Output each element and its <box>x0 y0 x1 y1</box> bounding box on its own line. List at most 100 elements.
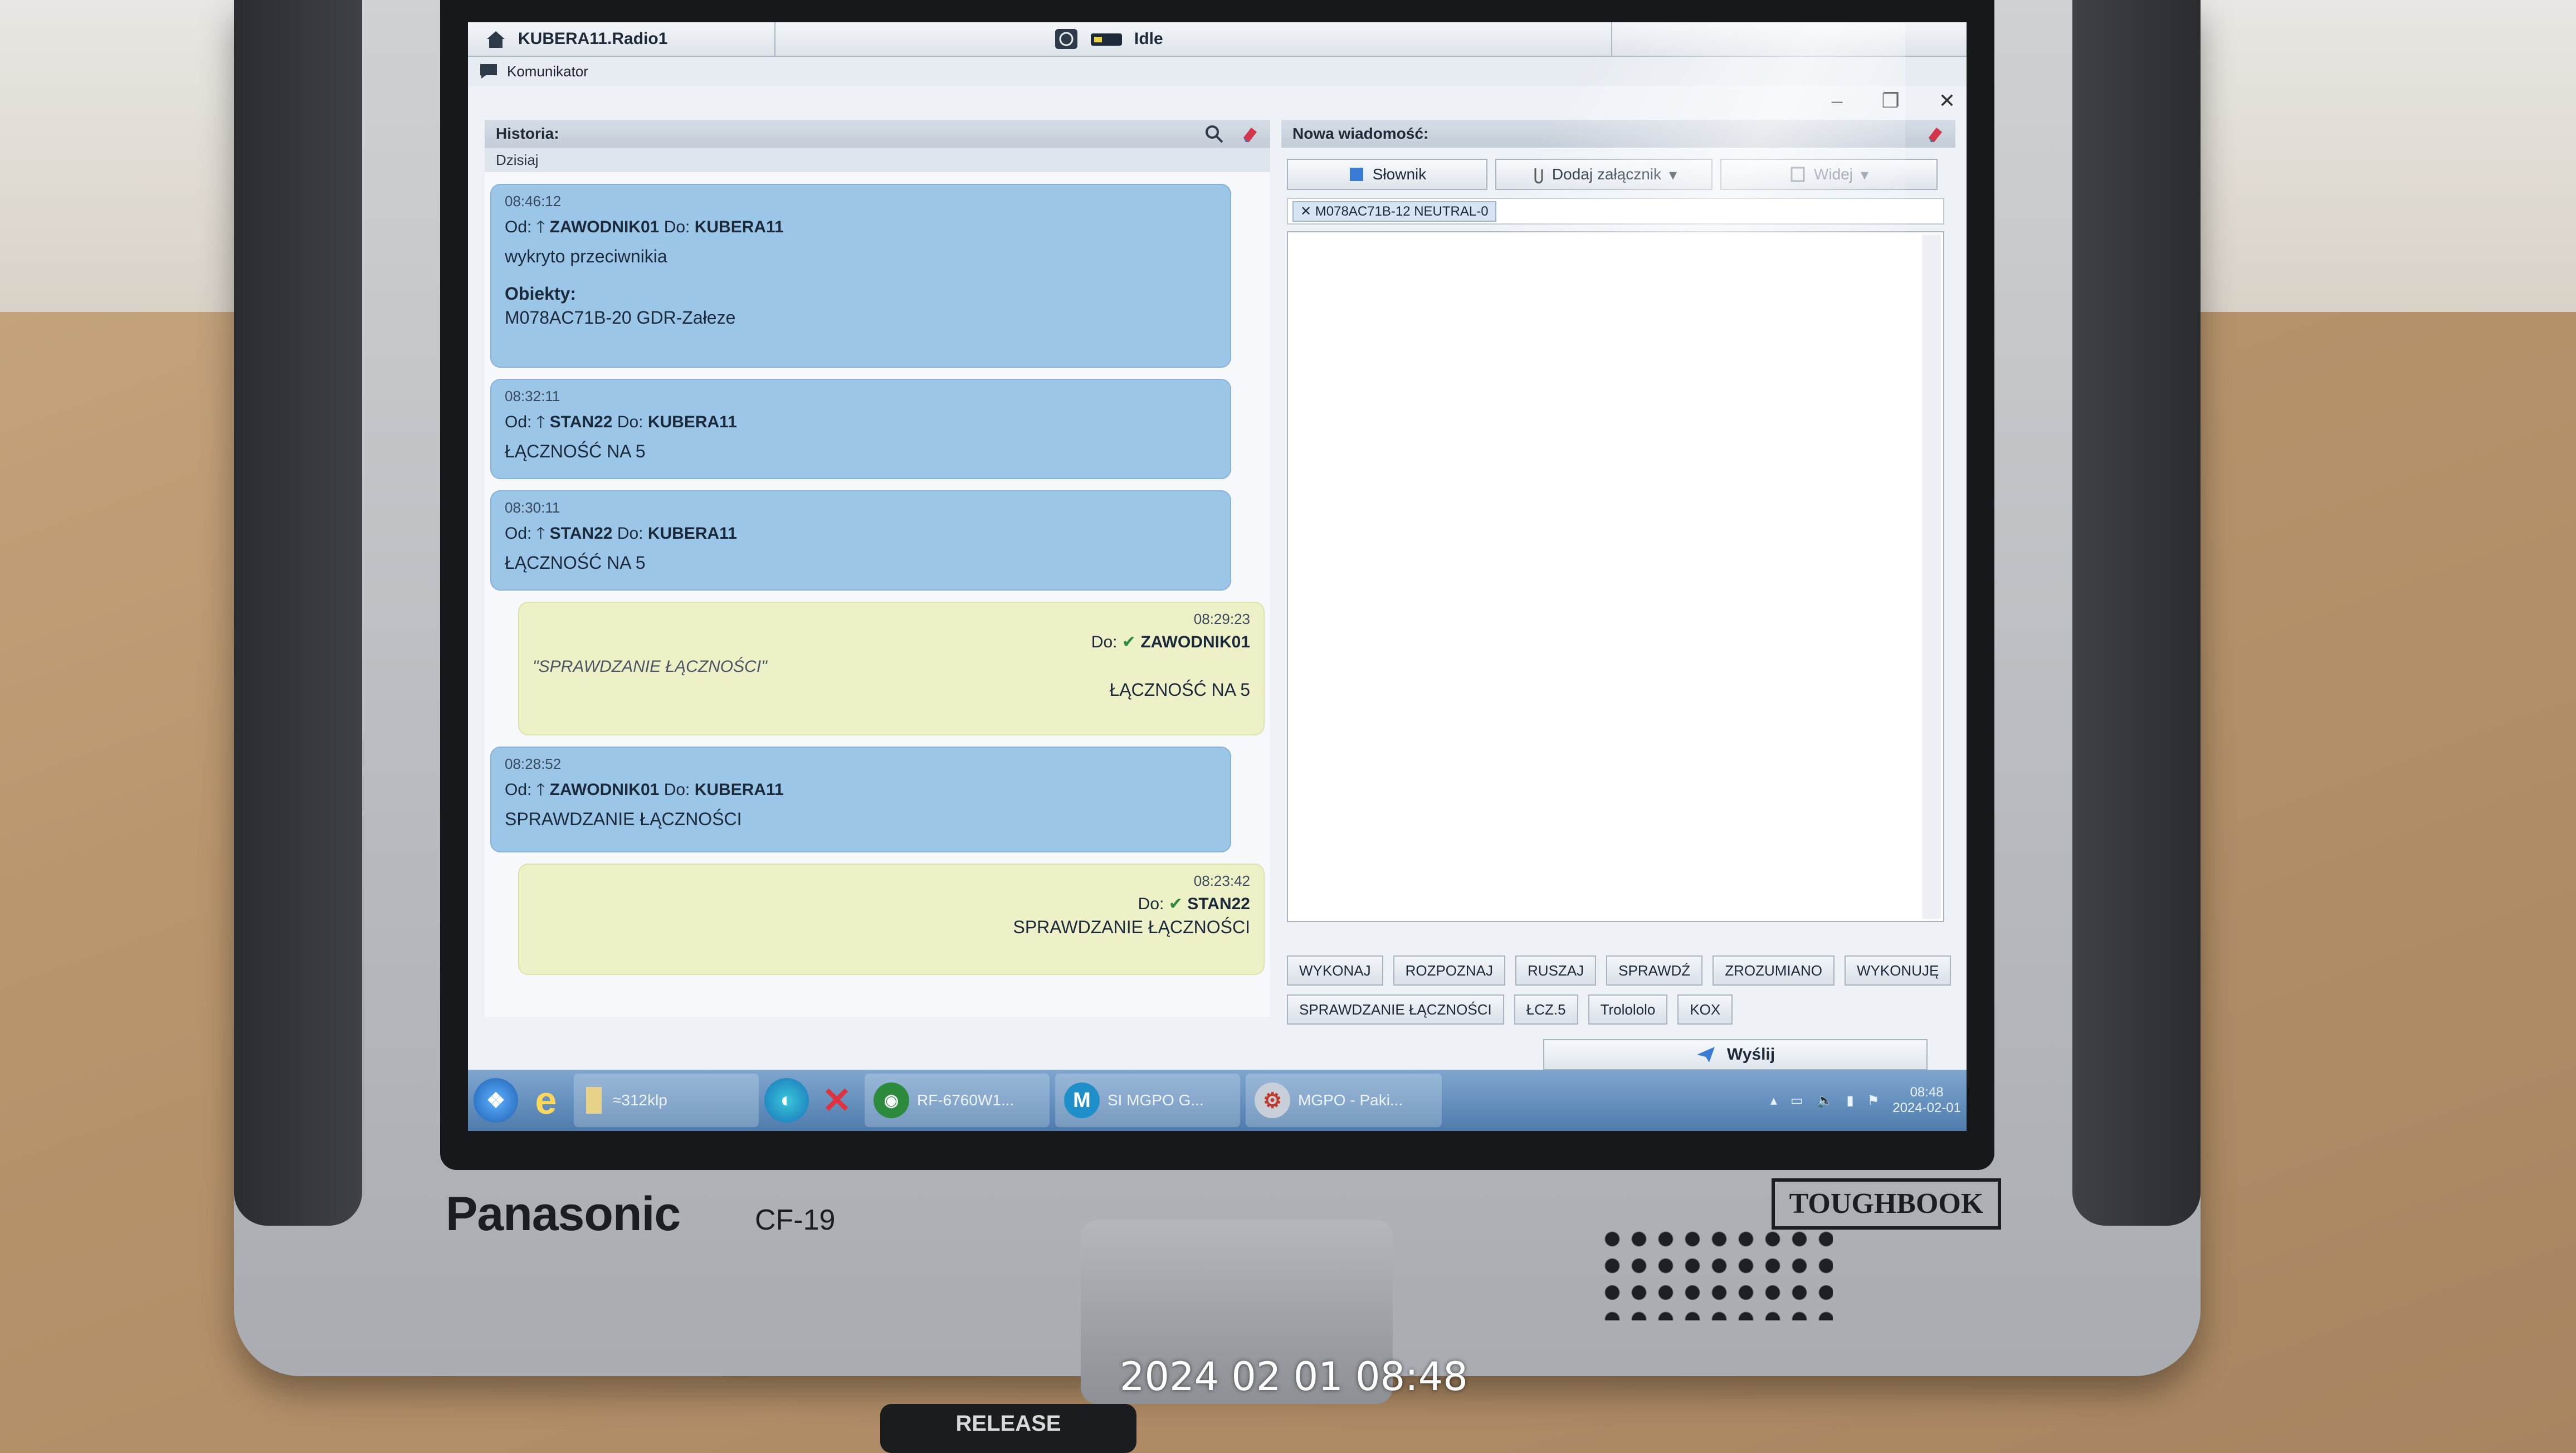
network-icon: ◉ <box>874 1083 909 1118</box>
quick-kox-button[interactable]: KOX <box>1677 994 1733 1025</box>
chevron-down-icon: ▾ <box>1669 165 1677 183</box>
incoming-arrow-icon: 🡑 <box>536 524 545 543</box>
radio-indicator[interactable]: KUBERA11.Radio1 <box>468 22 775 56</box>
to-label: Do: <box>663 218 690 236</box>
screen: KUBERA11.Radio1 Idle Komunikator – ❐ ✕ H… <box>468 22 1967 1131</box>
internet-explorer-icon[interactable]: e <box>524 1078 568 1123</box>
from-label: Od: <box>505 781 532 799</box>
history-pane: Historia: Dzisiaj 08:46:12 Od: 🡑 ZAWODNI… <box>485 120 1270 1017</box>
message-incoming[interactable]: 08:32:11 Od: 🡑 STAN22 Do: KUBERA11 ŁĄCZN… <box>490 379 1231 479</box>
object-link[interactable]: M078AC71B-20 GDR-Załeze <box>505 308 1217 328</box>
m-app-icon: M <box>1064 1083 1100 1118</box>
menu-komunikator[interactable]: Komunikator <box>507 63 588 80</box>
day-separator: Dzisiaj <box>485 148 1270 172</box>
to-label: Do: <box>617 413 643 431</box>
restore-icon[interactable]: ❐ <box>1882 89 1900 113</box>
message-time: 08:46:12 <box>505 193 562 209</box>
clock[interactable]: 08:48 2024-02-01 <box>1892 1085 1961 1116</box>
status-bar: KUBERA11.Radio1 Idle <box>468 22 1967 57</box>
compose-toolbar: Słownik Dodaj załącznik ▾ Widej ▾ <box>1287 159 1944 190</box>
quick-sprawdz-button[interactable]: SPRAWDŹ <box>1606 955 1703 986</box>
book-icon <box>1349 168 1363 181</box>
from-label: Od: <box>505 524 532 543</box>
send-label: Wyślij <box>1726 1045 1775 1064</box>
from-label: Od: <box>505 218 532 236</box>
attach-dropdown[interactable]: Dodaj załącznik ▾ <box>1495 159 1713 190</box>
message-incoming[interactable]: 08:46:12 Od: 🡑 ZAWODNIK01 Do: KUBERA11 w… <box>490 184 1231 368</box>
taskbar: ❖ e ≈312klp ◐ ✕ ◉ RF-6760W1... M SI MGPO… <box>468 1070 1967 1131</box>
quick-ruszaj-button[interactable]: RUSZAJ <box>1515 955 1597 986</box>
sync-icon <box>1055 29 1077 49</box>
to-label: Do: <box>1091 633 1118 651</box>
history-title: Historia: <box>496 125 559 142</box>
sender: STAN22 <box>549 413 613 431</box>
recipient: KUBERA11 <box>647 413 737 431</box>
home-icon <box>487 31 505 48</box>
message-incoming[interactable]: 08:30:11 Od: 🡑 STAN22 Do: KUBERA11 ŁĄCZN… <box>490 490 1231 591</box>
taskbar-item-mgpo[interactable]: ⚙ MGPO - Paki... <box>1246 1074 1442 1127</box>
message-outgoing[interactable]: 08:29:23 Do: ✔ ZAWODNIK01 "SPRAWDZANIE Ł… <box>518 602 1265 735</box>
status-text: Idle <box>1134 30 1163 48</box>
network-tray-icon[interactable]: ▮ <box>1847 1093 1854 1109</box>
quick-sprawdzanie-button[interactable]: SPRAWDZANIE ŁĄCZNOŚCI <box>1287 994 1504 1025</box>
compose-title: Nowa wiadomość: <box>1292 125 1429 142</box>
start-button[interactable]: ❖ <box>474 1078 518 1123</box>
visibility-dropdown[interactable]: Widej ▾ <box>1720 159 1938 190</box>
dictionary-button[interactable]: Słownik <box>1287 159 1487 190</box>
connection-status: Idle <box>775 22 1612 56</box>
brand-logo: Panasonic <box>446 1187 681 1241</box>
sender: STAN22 <box>549 524 613 543</box>
left-grip <box>234 0 362 1226</box>
editor-scrollbar[interactable] <box>1922 235 1941 919</box>
paperclip-icon <box>1534 168 1543 184</box>
quoted-message: "SPRAWDZANIE ŁĄCZNOŚCI" <box>533 657 767 676</box>
quick-lcz5-button[interactable]: ŁCZ.5 <box>1514 994 1578 1025</box>
eraser-icon[interactable] <box>1240 124 1259 143</box>
eraser-icon[interactable] <box>1925 124 1944 143</box>
edge-icon[interactable]: ◐ <box>764 1078 809 1123</box>
photo-timestamp: 2024 02 01 08:48 <box>1120 1354 1468 1400</box>
quick-rozpoznaj-button[interactable]: ROZPOZNAJ <box>1393 955 1506 986</box>
quick-wykonaj-button[interactable]: WYKONAJ <box>1287 955 1383 986</box>
taskbar-item-label: ≈312klp <box>613 1091 667 1109</box>
taskbar-item-simgpo[interactable]: M SI MGPO G... <box>1055 1074 1240 1127</box>
close-icon[interactable]: ✕ <box>1939 89 1955 113</box>
incoming-arrow-icon: 🡑 <box>536 218 545 236</box>
flag-icon[interactable]: ⚑ <box>1867 1093 1880 1109</box>
message-editor[interactable] <box>1287 231 1944 922</box>
remove-icon[interactable]: ✕ <box>1300 204 1311 219</box>
message-incoming[interactable]: 08:28:52 Od: 🡑 ZAWODNIK01 Do: KUBERA11 S… <box>490 747 1231 852</box>
window-controls: – ❐ ✕ <box>1832 89 1955 113</box>
release-latch: RELEASE <box>880 1404 1136 1453</box>
quick-trolololo-button[interactable]: Trolololo <box>1588 994 1668 1025</box>
recipient: KUBERA11 <box>694 781 784 799</box>
recipients-field[interactable]: ✕ M078AC71B-12 NEUTRAL-0 <box>1287 198 1944 225</box>
search-icon[interactable] <box>1204 124 1223 143</box>
minimize-icon[interactable]: – <box>1832 89 1843 113</box>
message-header: Od: 🡑 ZAWODNIK01 Do: KUBERA11 <box>505 777 1217 806</box>
message-header: Od: 🡑 ZAWODNIK01 Do: KUBERA11 <box>505 214 1217 243</box>
battery-icon[interactable]: ▭ <box>1790 1093 1803 1109</box>
visibility-label: Widej <box>1813 165 1853 183</box>
recipient: KUBERA11 <box>694 218 784 236</box>
recipient-chip-label: M078AC71B-12 NEUTRAL-0 <box>1315 204 1489 219</box>
radio-name: KUBERA11.Radio1 <box>518 30 668 48</box>
message-time: 08:32:11 <box>505 388 560 404</box>
show-hidden-icon[interactable]: ▴ <box>1770 1093 1777 1109</box>
speaker-grille <box>1599 1226 1833 1320</box>
quick-wykonuje-button[interactable]: WYKONUJĘ <box>1844 955 1951 986</box>
send-button[interactable]: Wyślij <box>1543 1039 1928 1070</box>
clock-time: 08:48 <box>1910 1085 1944 1100</box>
taskbar-item-label: SI MGPO G... <box>1108 1091 1204 1109</box>
message-outgoing[interactable]: 08:23:42 Do: ✔ STAN22 SPRAWDZANIE ŁĄCZNO… <box>518 864 1265 975</box>
quick-zrozumiano-button[interactable]: ZROZUMIANO <box>1713 955 1835 986</box>
taskbar-item-rf[interactable]: ◉ RF-6760W1... <box>865 1074 1050 1127</box>
taskbar-item-folder[interactable]: ≈312klp <box>574 1074 759 1127</box>
volume-icon[interactable]: 🔈 <box>1817 1093 1833 1109</box>
message-body: SPRAWDZANIE ŁĄCZNOŚCI <box>1013 917 1250 937</box>
message-header: Do: ✔ ZAWODNIK01 <box>533 632 1250 652</box>
folder-icon <box>586 1087 602 1114</box>
message-header: Od: 🡑 STAN22 Do: KUBERA11 <box>505 409 1217 438</box>
x-app-icon[interactable]: ✕ <box>814 1078 859 1123</box>
recipient-chip[interactable]: ✕ M078AC71B-12 NEUTRAL-0 <box>1292 201 1496 222</box>
